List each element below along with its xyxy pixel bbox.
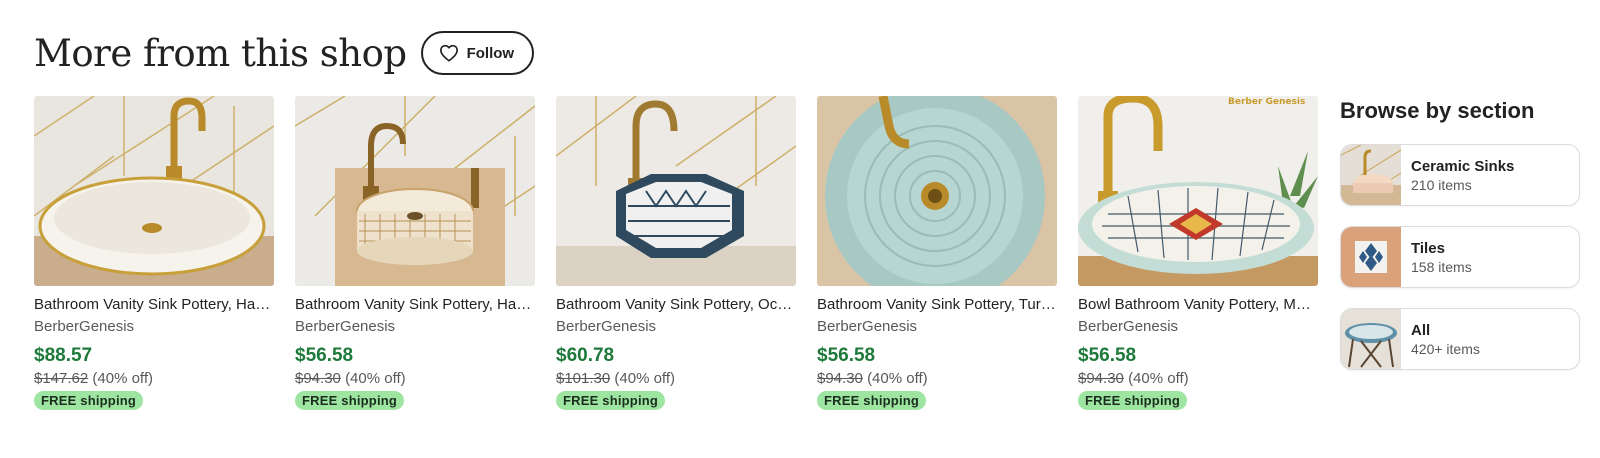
listing-discount: (40% off)	[345, 370, 406, 387]
listing-original-price: $147.62	[34, 370, 89, 387]
section-text: Tiles 158 items	[1401, 240, 1472, 275]
free-shipping-badge: FREE shipping	[817, 391, 927, 410]
listing-discount: (40% off)	[1128, 370, 1189, 387]
listing-discount: (40% off)	[867, 370, 928, 387]
listing-price: $56.58	[1078, 345, 1137, 366]
section-text: Ceramic Sinks 210 items	[1401, 158, 1514, 193]
listing-card[interactable]: Bathroom Vanity Sink Pottery, Handmade O…	[34, 96, 274, 410]
section-image	[1341, 227, 1401, 287]
listing-discount: (40% off)	[614, 370, 675, 387]
listing-original-price: $94.30	[295, 370, 341, 387]
listing-title[interactable]: Bowl Bathroom Vanity Pottery, Moroccan S…	[1078, 296, 1318, 313]
section-count: 210 items	[1411, 176, 1472, 193]
free-shipping-badge: FREE shipping	[34, 391, 144, 410]
listing-image[interactable]	[556, 96, 796, 286]
free-shipping-badge: FREE shipping	[556, 391, 666, 410]
listing-card[interactable]: Bathroom Vanity Sink Pottery, Handmade R…	[295, 96, 535, 410]
listing-original-price-row: $101.30 (40% off)	[556, 370, 796, 387]
svg-text:Berber Genesis: Berber Genesis	[1228, 97, 1305, 107]
listing-grid: Bathroom Vanity Sink Pottery, Handmade O…	[34, 96, 1318, 410]
listing-shop-name[interactable]: BerberGenesis	[1078, 318, 1318, 335]
listing-shop-name[interactable]: BerberGenesis	[34, 318, 274, 335]
listing-card[interactable]: Bathroom Vanity Sink Pottery, Octagonal …	[556, 96, 796, 410]
listing-original-price: $94.30	[1078, 370, 1124, 387]
section-count: 158 items	[1411, 258, 1472, 275]
section-name: Tiles	[1411, 239, 1445, 257]
listing-original-price-row: $94.30 (40% off)	[1078, 370, 1318, 387]
section-count: 420+ items	[1411, 340, 1480, 357]
listing-discount: (40% off)	[92, 370, 153, 387]
listing-shop-name[interactable]: BerberGenesis	[295, 318, 535, 335]
listing-price: $56.58	[295, 345, 354, 366]
section-image	[1341, 309, 1401, 369]
section-list: Ceramic Sinks 210 items Tiles 158 items …	[1340, 144, 1580, 370]
listing-original-price-row: $147.62 (40% off)	[34, 370, 274, 387]
shop-header: More from this shop Follow	[34, 30, 535, 76]
section-name: Ceramic Sinks	[1411, 157, 1515, 175]
listing-image[interactable]	[817, 96, 1057, 286]
listing-image[interactable]: Berber Genesis	[1078, 96, 1318, 286]
listing-original-price: $94.30	[817, 370, 863, 387]
listing-price: $56.58	[817, 345, 876, 366]
listing-image[interactable]	[34, 96, 274, 286]
follow-button[interactable]: Follow	[420, 31, 535, 75]
listing-price: $88.57	[34, 345, 93, 366]
listing-card[interactable]: Bathroom Vanity Sink Pottery, Turquoise …	[817, 96, 1057, 410]
listing-title[interactable]: Bathroom Vanity Sink Pottery, Handmade O…	[34, 296, 274, 313]
free-shipping-badge: FREE shipping	[1078, 391, 1188, 410]
section-name: All	[1411, 321, 1431, 339]
listing-original-price-row: $94.30 (40% off)	[817, 370, 1057, 387]
listing-title[interactable]: Bathroom Vanity Sink Pottery, Turquoise …	[817, 296, 1057, 313]
section-item-tiles[interactable]: Tiles 158 items	[1340, 226, 1580, 288]
listing-title[interactable]: Bathroom Vanity Sink Pottery, Handmade R…	[295, 296, 535, 313]
free-shipping-badge: FREE shipping	[295, 391, 405, 410]
heart-outline-icon	[439, 44, 458, 62]
section-title: More from this shop	[34, 31, 407, 75]
listing-title[interactable]: Bathroom Vanity Sink Pottery, Octagonal …	[556, 296, 796, 313]
browse-title: Browse by section	[1340, 98, 1535, 123]
section-image	[1341, 145, 1401, 205]
browse-by-section: Browse by section Ceramic Sinks 210 item…	[1340, 96, 1580, 370]
section-text: All 420+ items	[1401, 322, 1480, 357]
follow-label: Follow	[466, 44, 515, 62]
section-item-ceramic-sinks[interactable]: Ceramic Sinks 210 items	[1340, 144, 1580, 206]
listing-price: $60.78	[556, 345, 615, 366]
listing-original-price-row: $94.30 (40% off)	[295, 370, 535, 387]
section-item-all[interactable]: All 420+ items	[1340, 308, 1580, 370]
listing-shop-name[interactable]: BerberGenesis	[556, 318, 796, 335]
listing-original-price: $101.30	[556, 370, 611, 387]
listing-card[interactable]: Berber Genesis Bowl Bathroom Vanity Pott…	[1078, 96, 1318, 410]
listing-shop-name[interactable]: BerberGenesis	[817, 318, 1057, 335]
listing-image[interactable]	[295, 96, 535, 286]
